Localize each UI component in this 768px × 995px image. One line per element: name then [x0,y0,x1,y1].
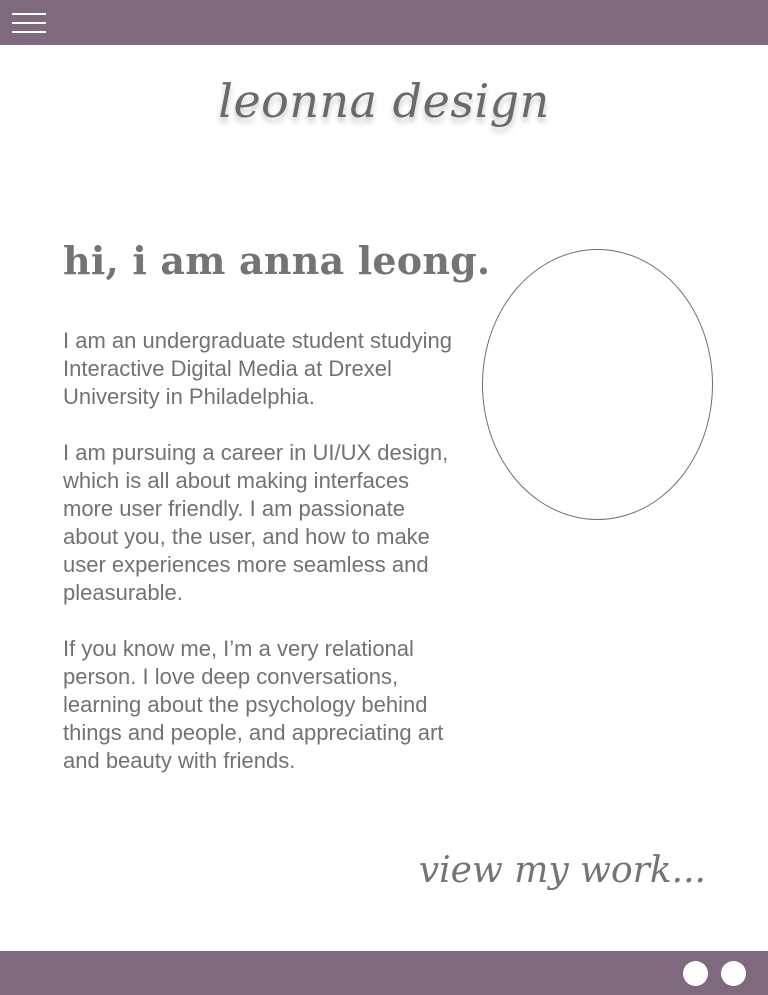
bio-paragraph: I am pursuing a career in UI/UX design, … [63,440,449,605]
intro-heading: hi, i am anna leong. [63,238,491,283]
bio-text: I am an undergraduate student studying I… [63,327,455,803]
bio-paragraph: I am an undergraduate student studying I… [63,328,452,409]
view-my-work-link[interactable]: view my work... [419,850,706,891]
bio-paragraph: If you know me, I’m a very relational pe… [63,636,444,773]
profile-photo-placeholder [482,249,713,520]
hamburger-line [12,13,46,15]
hamburger-line [12,31,46,33]
social-link-icon[interactable] [721,961,746,986]
brand-logo[interactable]: leonna design [0,74,768,128]
social-link-icon[interactable] [683,961,708,986]
top-nav-bar [0,0,768,45]
footer-bar [0,951,768,995]
hamburger-line [12,22,46,24]
hamburger-menu-icon[interactable] [12,12,46,34]
